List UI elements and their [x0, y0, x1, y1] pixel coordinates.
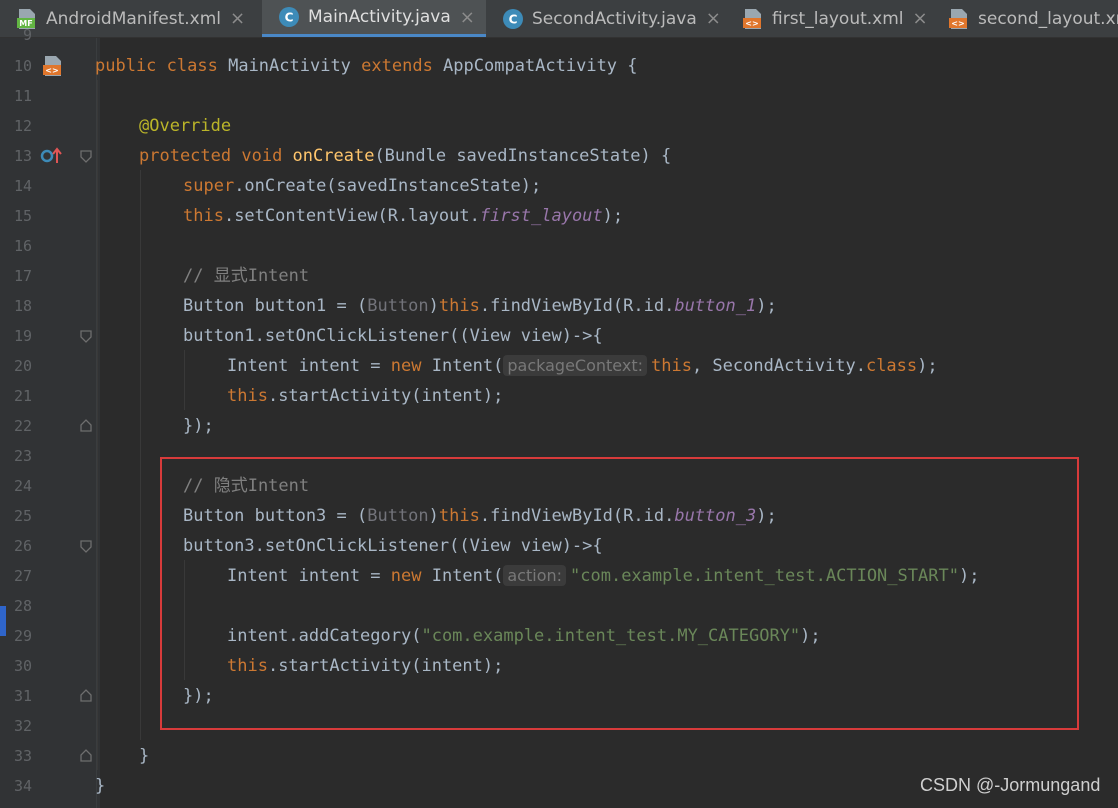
- code-line-17: // 显式Intent: [183, 266, 310, 286]
- code-line-12: @Override: [139, 116, 232, 136]
- code-line-20: Intent intent = new Intent(packageContex…: [227, 355, 938, 376]
- code-line-34: }: [95, 776, 106, 796]
- code-line-10: public class MainActivity extends AppCom…: [95, 56, 638, 76]
- parameter-hint: packageContext:: [503, 355, 647, 376]
- code-line-19: button1.setOnClickListener((View view)->…: [183, 326, 603, 346]
- code-line-13: protected void onCreate(Bundle savedInst…: [139, 146, 672, 166]
- code-line-15: this.setContentView(R.layout.first_layou…: [183, 206, 624, 226]
- code-line-21: this.startActivity(intent);: [227, 386, 504, 406]
- code-line-22: });: [183, 416, 214, 436]
- code-line-18: Button button1 = (Button)this.findViewBy…: [183, 296, 777, 316]
- watermark: CSDN @-Jormungand: [920, 775, 1101, 795]
- highlight-box: [160, 457, 1079, 730]
- code-line-14: super.onCreate(savedInstanceState);: [183, 176, 542, 196]
- code-line-33: }: [139, 746, 150, 766]
